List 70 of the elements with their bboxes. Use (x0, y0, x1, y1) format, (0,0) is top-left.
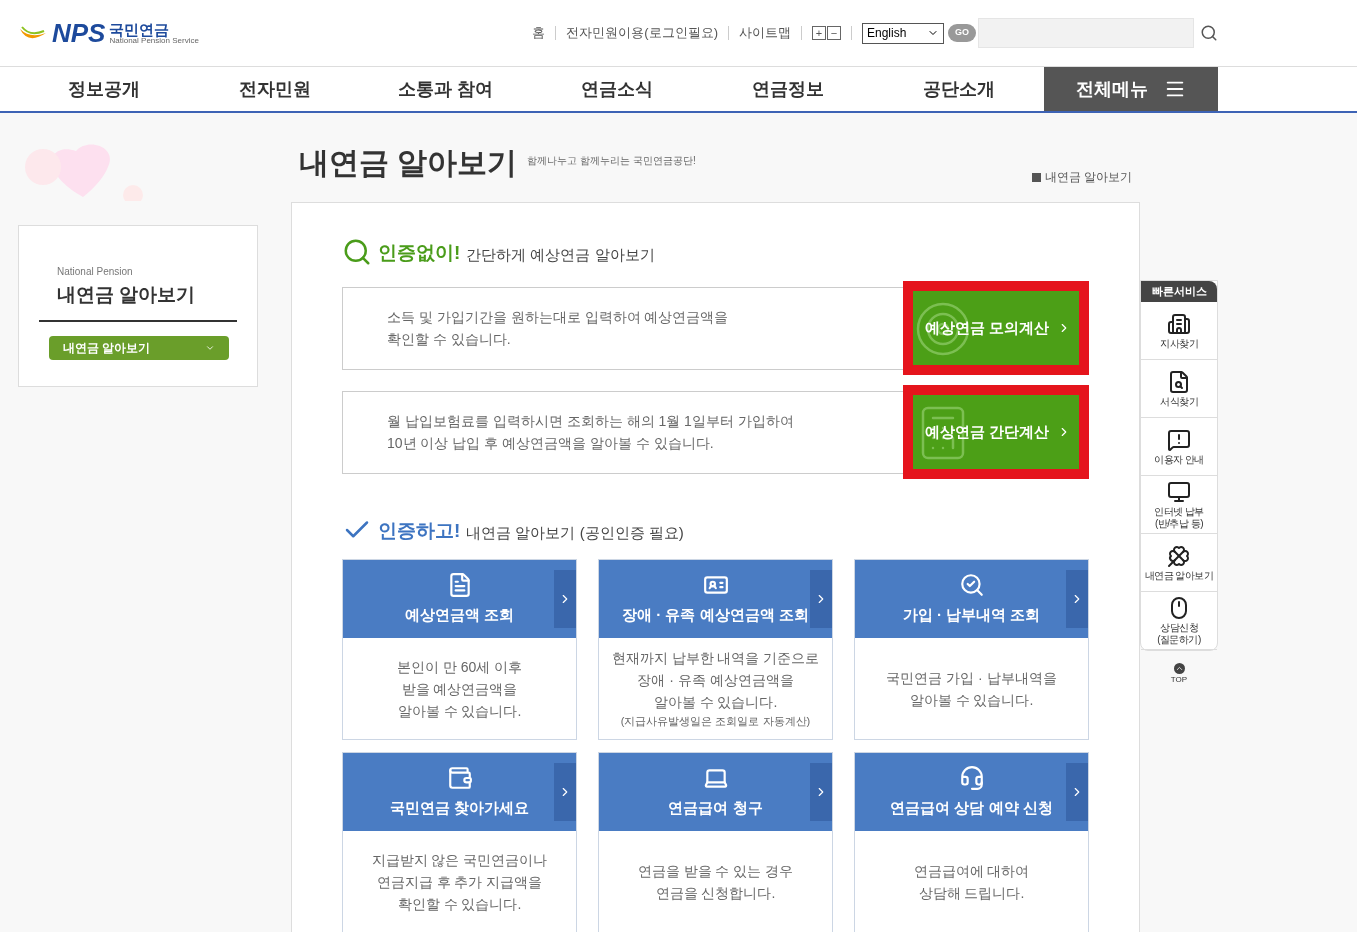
nav-tab[interactable]: 공단소개 (873, 67, 1044, 111)
nav-tab[interactable]: 연금소식 (531, 67, 702, 111)
font-size-button[interactable]: − (827, 26, 841, 40)
card-arrow-button[interactable] (1066, 570, 1088, 628)
card-title: 가입 · 납부내역 조회 (902, 604, 1041, 625)
card-description: 지급받지 않은 국민연금이나 연금지급 후 추가 지급액을 확인할 수 있습니다. (371, 850, 548, 914)
card-arrow-button[interactable] (810, 570, 832, 628)
card-description: 연금급여에 대하여 상담해 드립니다. (913, 861, 1030, 903)
card-arrow-button[interactable] (554, 570, 576, 628)
quick-service-item[interactable]: 내연금 알아보기 (1141, 534, 1217, 592)
headset-icon (958, 764, 985, 791)
nav-tab[interactable]: 전자민원 (189, 67, 360, 111)
section-highlight: 인증하고! (378, 518, 461, 543)
sidebar-title: 내연금 알아보기 (57, 283, 197, 307)
service-card[interactable]: 연금급여 상담 예약 신청 연금급여에 대하여 상담해 드립니다. (854, 752, 1089, 932)
section-title: 간단하게 예상연금 알아보기 (466, 244, 655, 265)
sidebar-subtitle: National Pension (57, 265, 134, 279)
nav-tab[interactable]: 연금정보 (702, 67, 873, 111)
language-select[interactable]: English (862, 22, 944, 44)
search-field[interactable] (978, 18, 1194, 48)
breadcrumb-link[interactable]: 내연금 알아보기 (1044, 168, 1132, 186)
logo-text[interactable]: NPS (52, 13, 106, 53)
card-title: 연금급여 청구 (668, 797, 763, 818)
description-text: 소득 및 가입기간을 원하는대로 입력하여 예상연금액을 확인할 수 있습니다. (387, 308, 729, 349)
magnifier-icon (958, 571, 985, 598)
monitor-icon (1167, 479, 1191, 504)
chevron-up-icon (1173, 663, 1185, 674)
quick-service-item[interactable]: 서식찾기 (1141, 360, 1217, 418)
font-size-button[interactable]: + (812, 26, 826, 40)
card-description: 국민연금 가입 · 납부내역을 알아볼 수 있습니다. (886, 668, 1057, 710)
section-title: 내연금 알아보기 (공인인증 필요) (466, 522, 684, 543)
quick-service-item[interactable]: 인터넷 납부 (반/추납 등) (1141, 476, 1217, 534)
quick-service-item[interactable]: 상담신청 (질문하기) (1141, 592, 1217, 650)
utility-link[interactable]: 사이트맵 (739, 23, 791, 43)
speech-bubble-icon (1167, 427, 1191, 452)
card-arrow-button[interactable] (810, 763, 832, 821)
card-title: 예상연금액 조회 (404, 604, 515, 625)
service-card[interactable]: 국민연금 찾아가세요 지급받지 않은 국민연금이나 연금지급 후 추가 지급액을 확인할 수 있습니다. (342, 752, 577, 932)
building-icon (1167, 311, 1191, 336)
card-title: 장애 · 유족 예상연금액 조회 (622, 604, 809, 625)
quick-service-item[interactable]: 이용자 안내 (1141, 418, 1217, 476)
utility-link[interactable]: 홈 (532, 23, 546, 43)
card-note: (지급사유발생일은 조회일로 자동계산) (620, 714, 811, 730)
service-card[interactable]: 장애 · 유족 예상연금액 조회 현재까지 납부한 내역을 기준으로 장애 · 유족 예상연금액을 알아볼 수 있습니다. (지급사유발생일은 조회일로 자동계산) (598, 559, 833, 740)
page-slogan: 함께나누고 함께누리는 국민연금공단! (527, 154, 696, 168)
clover-icon (1167, 543, 1191, 568)
service-card[interactable]: 예상연금액 조회 본인이 만 60세 이후 받을 예상연금액을 알아볼 수 있습니다. (342, 559, 577, 740)
card-title: 국민연금 찾아가세요 (389, 797, 530, 818)
card-description: 연금을 받을 수 있는 경우 연금을 신청합니다. (637, 861, 794, 903)
top-button[interactable]: TOP (1140, 663, 1218, 686)
search-icon[interactable] (1200, 24, 1218, 42)
card-description: 현재까지 납부한 내역을 기준으로 장애 · 유족 예상연금액을 알아볼 수 있습니다. (611, 649, 820, 713)
quick-service-item[interactable]: 지사찾기 (1141, 302, 1217, 360)
document-search-icon (1167, 369, 1191, 394)
service-card[interactable]: 연금급여 청구 연금을 받을 수 있는 경우 연금을 신청합니다. (598, 752, 833, 932)
magnifier-icon (342, 237, 372, 267)
logo-korean: 국민연금 (109, 21, 171, 37)
section-highlight: 인증없이! (378, 240, 461, 265)
card-title: 연금급여 상담 예약 신청 (890, 797, 1053, 818)
card-description: 본인이 만 60세 이후 받을 예상연금액을 알아볼 수 있습니다. (396, 657, 523, 721)
service-card[interactable]: 가입 · 납부내역 조회 국민연금 가입 · 납부내역을 알아볼 수 있습니다. (854, 559, 1089, 740)
quick-service-title: 빠른서비스 (1141, 281, 1217, 302)
nav-tab[interactable]: 소통과 참여 (360, 67, 531, 111)
page-title: 내연금 알아보기 (299, 148, 518, 178)
card-arrow-button[interactable] (554, 763, 576, 821)
all-menu-button[interactable]: 전체메뉴 (1044, 67, 1218, 111)
card-arrow-button[interactable] (1066, 763, 1088, 821)
utility-link[interactable]: 전자민원이용(로그인필요) (566, 23, 718, 43)
nav-tab[interactable]: 정보공개 (18, 67, 189, 111)
description-text: 월 납입보험료를 입력하시면 조회하는 해의 1월 1일부터 가입하여 10년 이상 납입 후 예상연금액을 알아볼 수 있습니다. (387, 412, 794, 453)
